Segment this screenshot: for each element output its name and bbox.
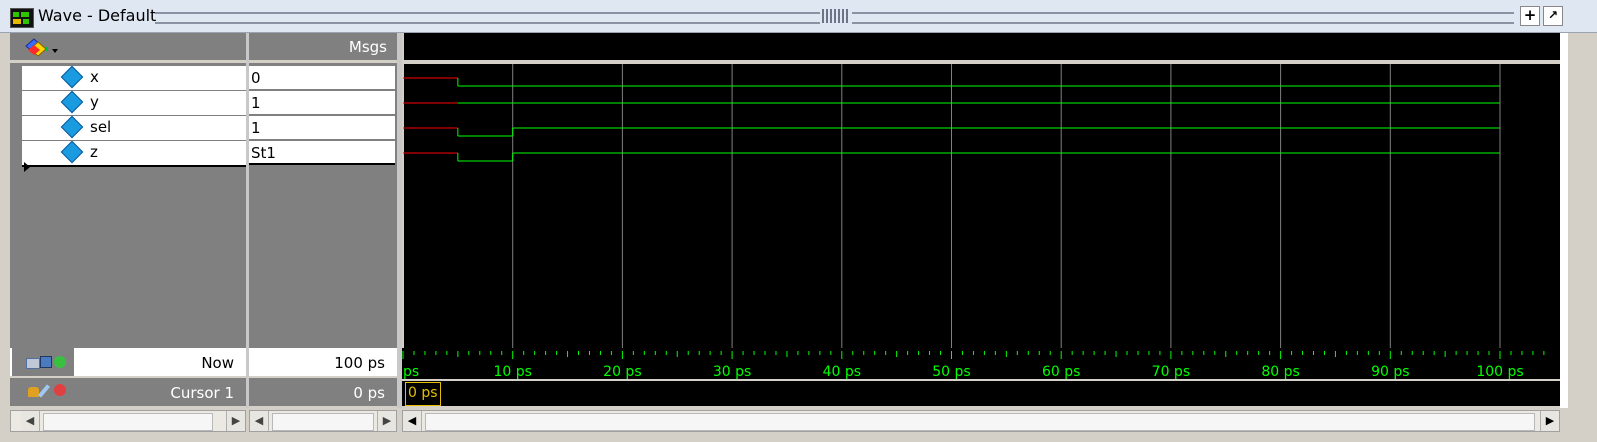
- timeline-label: 20 ps: [603, 364, 641, 380]
- signal-icon: [60, 65, 84, 89]
- cursor-tools-icon[interactable]: [12, 378, 74, 406]
- signal-value: St1: [249, 141, 395, 165]
- signal-value: 0: [249, 66, 395, 90]
- window-title: Wave - Default: [38, 6, 157, 25]
- value-pane-scrollbar[interactable]: ◀ ▶: [249, 410, 397, 432]
- signal-name: y: [90, 93, 99, 111]
- scroll-right-button[interactable]: ▶: [1540, 411, 1559, 431]
- signal-name: sel: [90, 118, 112, 136]
- wave-left-border: [402, 33, 404, 348]
- timeline-label: 10 ps: [493, 364, 531, 380]
- signal-name: x: [90, 68, 99, 86]
- timeline-label: 70 ps: [1152, 364, 1190, 380]
- timeline-label: 60 ps: [1042, 364, 1080, 380]
- scroll-thumb[interactable]: [272, 413, 374, 431]
- signal-value: 1: [249, 91, 395, 115]
- signal-row[interactable]: y: [22, 90, 246, 116]
- wave-pane-scrollbar[interactable]: ◀ ▶: [402, 410, 1560, 432]
- now-row: Now: [10, 348, 246, 376]
- name-pane-scrollbar[interactable]: ◀ ▶: [10, 410, 246, 432]
- timeline-label: 80 ps: [1261, 364, 1299, 380]
- window-titlebar[interactable]: Wave - Default + ↗: [0, 0, 1597, 33]
- scroll-left-button[interactable]: ◀: [21, 411, 40, 431]
- now-tools-icon[interactable]: [12, 348, 74, 376]
- drag-handle-icon[interactable]: [822, 9, 850, 23]
- wave-window-icon: [10, 8, 34, 28]
- cursor-value: 0 ps: [353, 384, 385, 402]
- waveform-pane[interactable]: [402, 33, 1560, 348]
- signal-value: 1: [249, 116, 395, 140]
- scroll-left-button[interactable]: ◀: [250, 411, 269, 431]
- wave-header-separator: [402, 60, 1560, 64]
- cursor-marker[interactable]: 0 ps: [405, 382, 441, 406]
- titlebar-grip-left: [155, 12, 820, 24]
- signal-icon: [60, 90, 84, 114]
- timeline-label: 90 ps: [1371, 364, 1409, 380]
- waveform-canvas[interactable]: [402, 33, 1560, 348]
- signal-icon: [60, 115, 84, 139]
- timeline-area[interactable]: ps 10 ps 20 ps 30 ps 40 ps 50 ps 60 ps 70 ps 80 …: [402, 348, 1560, 406]
- value-pane-header: Msgs: [249, 33, 397, 63]
- wave-right-border: [1560, 33, 1568, 408]
- scroll-right-button[interactable]: ▶: [377, 411, 396, 431]
- signal-row[interactable]: x: [22, 65, 246, 91]
- now-value-cell: 100 ps: [249, 348, 397, 376]
- signal-row[interactable]: sel: [22, 115, 246, 141]
- name-pane-header: [10, 33, 246, 63]
- titlebar-grip-right: [852, 12, 1514, 24]
- timeline-label: ps: [403, 364, 419, 380]
- signal-name-pane[interactable]: x y sel z: [10, 33, 246, 348]
- signal-add-dropdown-icon[interactable]: [24, 37, 58, 57]
- scroll-left-button[interactable]: ◀: [403, 411, 422, 431]
- cursor-separator: [402, 379, 1560, 381]
- timeline-ruler[interactable]: ps 10 ps 20 ps 30 ps 40 ps 50 ps 60 ps 70 ps 80 …: [402, 348, 1560, 406]
- expand-arrow-icon[interactable]: [24, 162, 30, 172]
- now-value: 100 ps: [334, 354, 385, 372]
- now-label: Now: [201, 354, 234, 372]
- scroll-thumb[interactable]: [43, 413, 213, 431]
- cursor-label: Cursor 1: [170, 384, 234, 402]
- scroll-right-button[interactable]: ▶: [226, 411, 245, 431]
- msgs-label: Msgs: [348, 38, 387, 56]
- timeline-label: 40 ps: [823, 364, 861, 380]
- timeline-label: 100 ps: [1476, 364, 1523, 380]
- signal-row[interactable]: z: [22, 140, 246, 167]
- signal-value-pane[interactable]: Msgs 0 1 1 St1: [249, 33, 397, 348]
- timeline-label: 30 ps: [713, 364, 751, 380]
- add-pane-button[interactable]: +: [1520, 6, 1540, 26]
- timeline-label: 50 ps: [932, 364, 970, 380]
- cursor-value-cell: 0 ps: [249, 378, 397, 406]
- undock-button[interactable]: ↗: [1543, 6, 1563, 26]
- cursor-row: Cursor 1: [10, 378, 246, 406]
- signal-name: z: [90, 143, 98, 161]
- signal-icon: [60, 140, 84, 164]
- scroll-thumb[interactable]: [425, 413, 1535, 431]
